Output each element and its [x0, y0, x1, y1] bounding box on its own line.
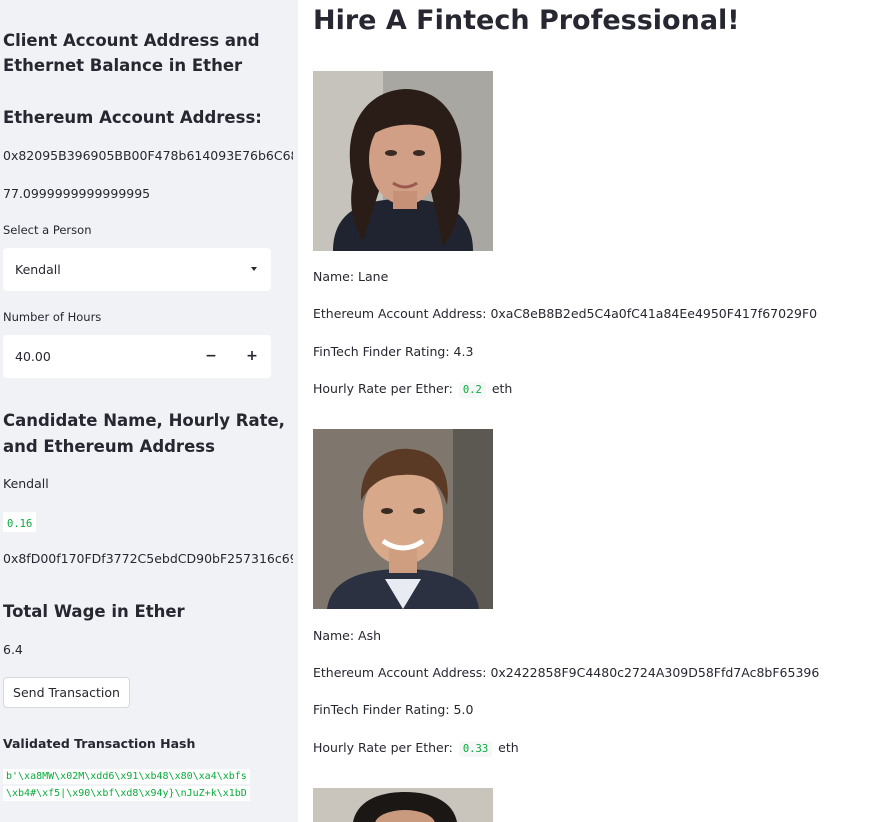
send-transaction-button[interactable]: Send Transaction	[3, 677, 130, 708]
rate-suffix: eth	[491, 381, 513, 396]
candidate-rate-lane: Hourly Rate per Ether: 0.2 eth	[313, 381, 513, 398]
candidate-address: 0x8fD00f170FDf3772C5ebdCD90bF257316c69BA…	[3, 551, 293, 566]
select-person-value: Kendall	[15, 262, 61, 277]
transaction-hash-line: \xb4#\xf5|\x90\xbf\xd8\x94y}\nJuZ+k\x1bD	[3, 786, 250, 801]
decrement-hours-button[interactable]: −	[191, 335, 231, 378]
chevron-down-icon	[251, 267, 257, 271]
app-root: Client Account Address and Ethernet Bala…	[0, 0, 884, 822]
sidebar: Client Account Address and Ethernet Bala…	[0, 0, 298, 822]
candidate-rating-ash: FinTech Finder Rating: 5.0	[313, 702, 474, 717]
candidate-rate-ash: Hourly Rate per Ether: 0.33 eth	[313, 740, 519, 757]
candidate-name-lane: Name: Lane	[313, 269, 389, 284]
candidate-rate-code: 0.16	[3, 512, 37, 532]
candidate-name-ash: Name: Ash	[313, 628, 382, 643]
portrait-image	[313, 788, 493, 822]
portrait-image	[313, 71, 493, 251]
rate-prefix: Hourly Rate per Ether:	[313, 740, 453, 755]
candidate-name: Kendall	[3, 476, 49, 491]
total-wage-heading: Total Wage in Ether	[3, 602, 185, 621]
transaction-hash-line: b'\xa8MW\x02M\xdd6\x91\xb48\x80\xa4\xbfs	[3, 769, 250, 784]
candidate-photo-partial	[313, 788, 493, 822]
transaction-hash-block: b'\xa8MW\x02M\xdd6\x91\xb48\x80\xa4\xbfs…	[3, 769, 293, 803]
ethereum-account-heading: Ethereum Account Address:	[3, 108, 262, 127]
portrait-image	[313, 429, 493, 609]
main-content: Hire A Fintech Professional! Name: Lane …	[298, 0, 884, 822]
page-title: Hire A Fintech Professional!	[313, 5, 740, 36]
candidate-photo-lane	[313, 71, 493, 251]
candidate-address-lane: Ethereum Account Address: 0xaC8eB8B2ed5C…	[313, 306, 818, 321]
total-wage-value: 6.4	[3, 642, 23, 657]
rate-suffix: eth	[498, 740, 519, 755]
transaction-hash-heading: Validated Transaction Hash	[3, 736, 196, 751]
rate-value: 0.33	[458, 741, 493, 757]
candidate-info-heading: Candidate Name, Hourly Rate, and Ethereu…	[3, 411, 285, 456]
select-person-label: Select a Person	[3, 223, 92, 237]
hours-number-input: − +	[3, 335, 271, 378]
candidate-photo-ash	[313, 429, 493, 609]
rate-value: 0.2	[458, 382, 486, 398]
candidate-rate: 0.16	[3, 516, 37, 532]
increment-hours-button[interactable]: +	[232, 335, 271, 378]
client-balance: 77.0999999999999995	[3, 186, 151, 201]
select-person-dropdown[interactable]: Kendall	[3, 248, 271, 291]
client-account-address: 0x82095B396905BB00F478b614093E76b6C68729	[3, 148, 293, 163]
hours-input[interactable]	[3, 335, 190, 378]
rate-prefix: Hourly Rate per Ether:	[313, 381, 453, 396]
number-of-hours-label: Number of Hours	[3, 310, 102, 324]
candidate-rating-lane: FinTech Finder Rating: 4.3	[313, 344, 474, 359]
client-account-heading: Client Account Address and Ethernet Bala…	[3, 31, 260, 75]
candidate-address-ash: Ethereum Account Address: 0x2422858F9C44…	[313, 665, 820, 680]
